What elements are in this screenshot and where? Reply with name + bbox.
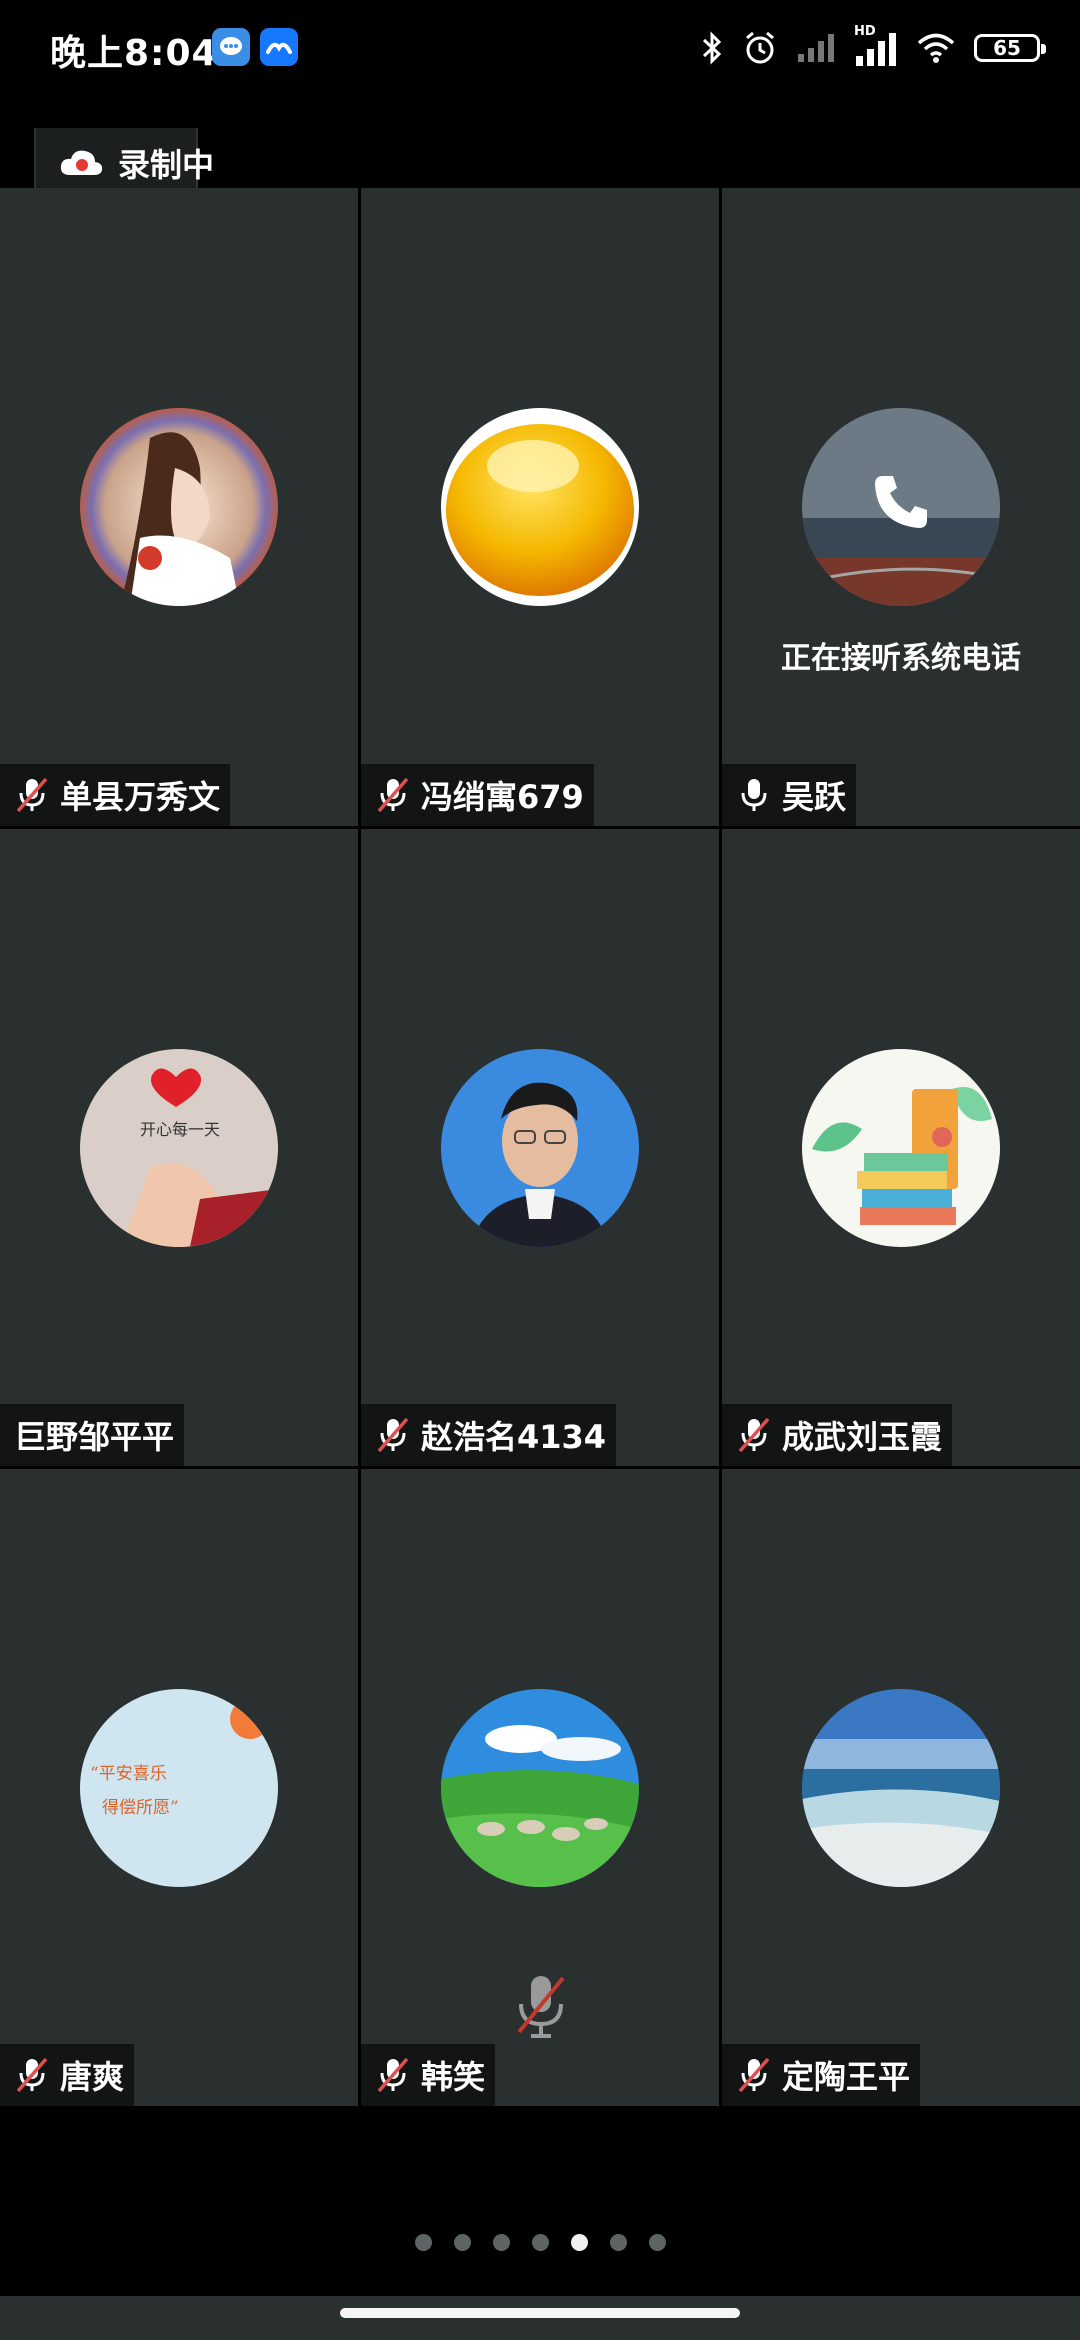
network-label: HD <box>854 24 876 39</box>
participant-avatar <box>80 408 278 606</box>
participant-tile[interactable]: 正在接听系统电话 吴跃 <box>722 188 1080 826</box>
mic-muted-icon <box>16 2057 48 2093</box>
mic-muted-icon <box>738 2057 770 2093</box>
participant-avatar <box>441 1049 639 1247</box>
participant-tile[interactable]: 定陶王平 <box>722 1469 1080 2106</box>
mic-muted-icon <box>377 1417 409 1453</box>
page-dot[interactable] <box>531 2234 549 2251</box>
home-indicator[interactable] <box>340 2308 740 2318</box>
feishu-app-icon <box>260 28 298 66</box>
participant-grid: 单县万秀文 冯绡寓679 正在接听系统电话 吴跃 开心每一天 巨野邹平平 赵浩名… <box>0 188 1080 2108</box>
page-dot-active[interactable] <box>570 2234 588 2251</box>
participant-name-tag: 单县万秀文 <box>0 764 231 826</box>
participant-name-tag: 唐爽 <box>0 2044 135 2106</box>
mute-toggle-icon[interactable] <box>513 1972 569 2042</box>
participant-name-tag: 冯绡寓679 <box>361 764 594 826</box>
page-indicator[interactable] <box>0 2234 1080 2251</box>
bluetooth-icon <box>702 31 722 65</box>
participant-avatar <box>441 1689 639 1887</box>
participant-name: 韩笑 <box>421 2058 486 2096</box>
participant-name: 巨野邹平平 <box>14 1418 175 1456</box>
participant-avatar <box>441 408 639 606</box>
participant-tile[interactable]: 开心每一天 巨野邹平平 <box>0 829 358 1466</box>
participant-name: 唐爽 <box>60 2058 125 2096</box>
heart-caption: 开心每一天 <box>140 1120 220 1139</box>
participant-name: 赵浩名4134 <box>421 1418 607 1456</box>
participant-name-tag: 赵浩名4134 <box>361 1404 617 1466</box>
mic-muted-icon <box>16 777 48 813</box>
battery-icon: 65 <box>974 34 1046 62</box>
participant-name: 定陶王平 <box>782 2058 911 2096</box>
page-dot[interactable] <box>492 2234 510 2251</box>
page-dot[interactable] <box>609 2234 627 2251</box>
participant-tile[interactable]: “平安喜乐得偿所愿” 唐爽 <box>0 1469 358 2106</box>
mic-muted-icon <box>377 777 409 813</box>
status-bar: 晚上8:04 HD 65 <box>0 0 1080 100</box>
avatar-text-line1: “平安喜乐 <box>90 1764 167 1784</box>
page-dot[interactable] <box>648 2234 666 2251</box>
wifi-icon <box>917 33 955 63</box>
bubble-app-icon <box>212 28 250 66</box>
page-dot[interactable] <box>414 2234 432 2251</box>
alarm-icon <box>746 31 774 64</box>
participant-tile[interactable]: 成武刘玉霞 <box>722 829 1080 1466</box>
phone-call-icon <box>875 476 927 528</box>
participant-name-tag: 吴跃 <box>722 764 857 826</box>
mic-icon <box>741 779 767 811</box>
participant-tile[interactable]: 单县万秀文 <box>0 188 358 826</box>
participant-name-tag: 成武刘玉霞 <box>722 1404 953 1466</box>
participant-avatar: 开心每一天 <box>80 1049 278 1247</box>
status-time: 晚上8:04 <box>50 33 218 74</box>
recording-label: 录制中 <box>118 146 215 184</box>
participant-avatar <box>802 1049 1000 1247</box>
navigation-bar <box>0 2296 1080 2340</box>
participant-name: 成武刘玉霞 <box>782 1418 943 1456</box>
call-status-text: 正在接听系统电话 <box>781 641 1021 676</box>
participant-name: 冯绡寓679 <box>421 778 584 816</box>
avatar-text-line2: 得偿所愿” <box>102 1798 179 1818</box>
participant-avatar: “平安喜乐得偿所愿” <box>80 1689 278 1887</box>
cloud-record-icon <box>60 150 103 175</box>
participant-name: 吴跃 <box>782 778 847 816</box>
participant-tile[interactable]: 赵浩名4134 <box>361 829 719 1466</box>
signal-empty-icon <box>798 34 834 62</box>
participant-name-tag: 韩笑 <box>361 2044 496 2106</box>
mic-muted-icon <box>738 1417 770 1453</box>
participant-name-tag: 巨野邹平平 <box>0 1404 185 1466</box>
mic-muted-icon <box>377 2057 409 2093</box>
recording-indicator[interactable]: 录制中 <box>58 140 214 186</box>
page-dot[interactable] <box>453 2234 471 2251</box>
signal-hd-icon: HD <box>854 24 898 68</box>
participant-name-tag: 定陶王平 <box>722 2044 921 2106</box>
battery-level: 65 <box>993 36 1021 60</box>
participant-avatar <box>802 1689 1000 1887</box>
participant-tile[interactable]: 冯绡寓679 <box>361 188 719 826</box>
participant-name: 单县万秀文 <box>60 778 221 816</box>
